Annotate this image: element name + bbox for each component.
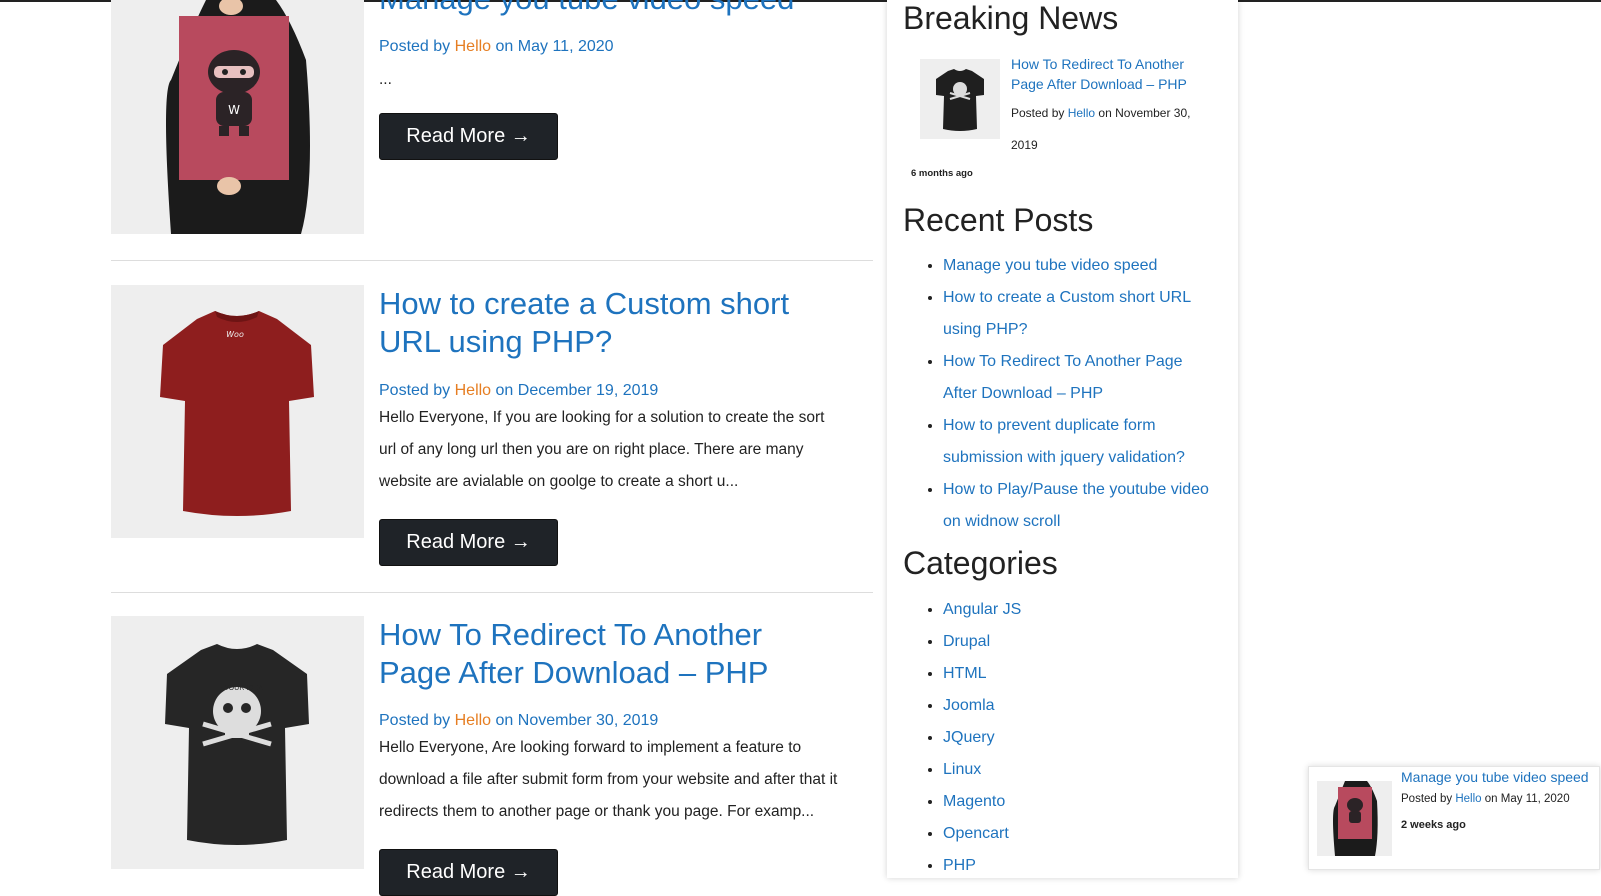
recent-post-line: How to create a Custom short URL: [943, 289, 1192, 306]
date-text: on November 30,: [1098, 106, 1191, 120]
post-meta: Posted by Hello on December 19, 2019: [379, 382, 658, 400]
svg-text:HIP YOUR IDEA: HIP YOUR IDEA: [211, 684, 263, 692]
post-excerpt: Hello Everyone, Are looking forward to i…: [379, 732, 859, 828]
read-more-button[interactable]: Read More →: [379, 113, 558, 160]
post-date-link[interactable]: November 30, 2019: [518, 712, 659, 729]
categories-heading: Categories: [903, 545, 1058, 581]
black-tshirt-icon: [936, 69, 984, 131]
category-link[interactable]: HTML: [943, 658, 1233, 690]
post-excerpt: Hello Everyone, If you are looking for a…: [379, 402, 859, 498]
svg-text:Woo: Woo: [226, 330, 244, 339]
post-item: HIP YOUR IDEA How To Redirect To Another…: [111, 616, 875, 896]
popup-meta: Posted by Hello on May 11, 2020: [1401, 785, 1570, 813]
on-label: on: [495, 712, 514, 729]
posted-by-label: Posted by: [379, 38, 451, 55]
category-link[interactable]: Joomla: [943, 690, 1233, 722]
recent-post-line: using PHP?: [943, 321, 1028, 338]
posted-by-label: Posted by: [379, 712, 451, 729]
recent-post-line: After Download – PHP: [943, 385, 1104, 402]
post-title-line: How To Redirect To Another: [379, 617, 763, 652]
category-link[interactable]: Drupal: [943, 626, 1233, 658]
read-more-button[interactable]: Read More →: [379, 519, 558, 566]
ninja-poster-icon: [1333, 781, 1378, 856]
author-link[interactable]: Hello: [455, 38, 491, 55]
recent-post-link[interactable]: How To Redirect To Another Page After Dow…: [943, 346, 1233, 410]
post-title-line: Page After Download – PHP: [379, 655, 769, 690]
excerpt-line: download a file after submit form from y…: [379, 771, 838, 788]
post-title[interactable]: How to create a Custom short URL using P…: [379, 285, 789, 361]
ninja-poster-icon: W: [111, 0, 364, 234]
post-title-line: How to create a Custom short: [379, 286, 790, 321]
recent-post-line: How To Redirect To Another Page: [943, 353, 1183, 370]
posted-by-label: Posted by: [1401, 793, 1453, 805]
author-link[interactable]: Hello: [455, 712, 491, 729]
posted-by-label: Posted by: [379, 382, 451, 399]
breaking-news-title-line: Page After Download – PHP: [1011, 76, 1187, 92]
time-ago-label: 6 months ago: [911, 168, 973, 179]
excerpt-line: redirects them to another page or thank …: [379, 803, 815, 820]
recent-posts-list: Manage you tube video speed How to creat…: [903, 250, 1233, 538]
post-title-line: URL using PHP?: [379, 324, 613, 359]
excerpt-line: Hello Everyone, If you are looking for a…: [379, 409, 825, 426]
post-title[interactable]: Manage you tube video speed: [379, 0, 794, 18]
excerpt-line: Hello Everyone, Are looking forward to i…: [379, 739, 802, 756]
category-link[interactable]: Linux: [943, 754, 1233, 786]
recent-post-link[interactable]: How to create a Custom short URL using PH…: [943, 282, 1233, 346]
category-link[interactable]: PHP: [943, 850, 1233, 882]
category-link[interactable]: Angular JS: [943, 594, 1233, 626]
author-link[interactable]: Hello: [455, 382, 491, 399]
post-date-link[interactable]: May 11, 2020: [518, 38, 614, 55]
black-tshirt-icon: HIP YOUR IDEA: [111, 616, 364, 869]
recent-post-line: How to prevent duplicate form: [943, 417, 1156, 434]
recent-post-line: on widnow scroll: [943, 513, 1061, 530]
popup-thumbnail[interactable]: [1317, 781, 1392, 856]
breaking-news-meta: Posted by Hello on November 30, 2019: [1011, 97, 1190, 161]
date-text: on May 11, 2020: [1484, 793, 1570, 805]
author-link[interactable]: Hello: [1068, 106, 1095, 120]
post-item: W Manage you tube video speed Posted by …: [111, 0, 875, 236]
post-excerpt: ...: [379, 71, 392, 88]
on-label: on: [495, 382, 514, 399]
on-label: on: [495, 38, 514, 55]
author-link[interactable]: Hello: [1455, 793, 1481, 805]
post-date-link[interactable]: December 19, 2019: [518, 382, 659, 399]
recent-post-link[interactable]: Manage you tube video speed: [943, 250, 1233, 282]
recent-post-line: How to Play/Pause the youtube video: [943, 481, 1209, 498]
post-item: Woo How to create a Custom short URL usi…: [111, 285, 875, 585]
breaking-news-heading: Breaking News: [903, 0, 1119, 36]
post-meta: Posted by Hello on May 11, 2020: [379, 38, 614, 56]
category-link[interactable]: JQuery: [943, 722, 1233, 754]
time-ago-label: 2 weeks ago: [1401, 819, 1466, 831]
post-thumbnail[interactable]: W: [111, 0, 364, 234]
read-more-button[interactable]: Read More →: [379, 849, 558, 896]
excerpt-line: website are avialable on goolge to creat…: [379, 473, 739, 490]
post-divider: [111, 260, 873, 261]
svg-text:W: W: [228, 103, 240, 117]
breaking-news-title-line: How To Redirect To Another: [1011, 56, 1185, 72]
sidebar: Breaking News How To Redirect To Another…: [887, 0, 1238, 878]
recent-post-line: Manage you tube video speed: [943, 257, 1158, 274]
post-divider: [111, 592, 873, 593]
recent-post-link[interactable]: How to prevent duplicate form submission …: [943, 410, 1233, 474]
post-thumbnail[interactable]: Woo: [111, 285, 364, 538]
recent-post-link[interactable]: How to Play/Pause the youtube video on wi…: [943, 474, 1233, 538]
category-link[interactable]: Magento: [943, 786, 1233, 818]
breaking-news-title[interactable]: How To Redirect To Another Page After Do…: [1011, 54, 1187, 94]
post-title[interactable]: How To Redirect To Another Page After Do…: [379, 616, 768, 692]
post-meta: Posted by Hello on November 30, 2019: [379, 712, 658, 730]
breaking-news-thumbnail[interactable]: [920, 59, 1000, 139]
post-thumbnail[interactable]: HIP YOUR IDEA: [111, 616, 364, 869]
category-link[interactable]: Opencart: [943, 818, 1233, 850]
recent-post-line: submission with jquery validation?: [943, 449, 1185, 466]
date-text: 2019: [1011, 138, 1038, 152]
excerpt-line: url of any long url then you are on righ…: [379, 441, 804, 458]
recent-post-popup[interactable]: Manage you tube video speed Posted by He…: [1308, 766, 1600, 870]
recent-posts-heading: Recent Posts: [903, 202, 1094, 238]
red-tshirt-icon: Woo: [111, 285, 364, 538]
categories-list: Angular JS Drupal HTML Joomla JQuery Lin…: [903, 594, 1233, 882]
posted-by-label: Posted by: [1011, 106, 1065, 120]
